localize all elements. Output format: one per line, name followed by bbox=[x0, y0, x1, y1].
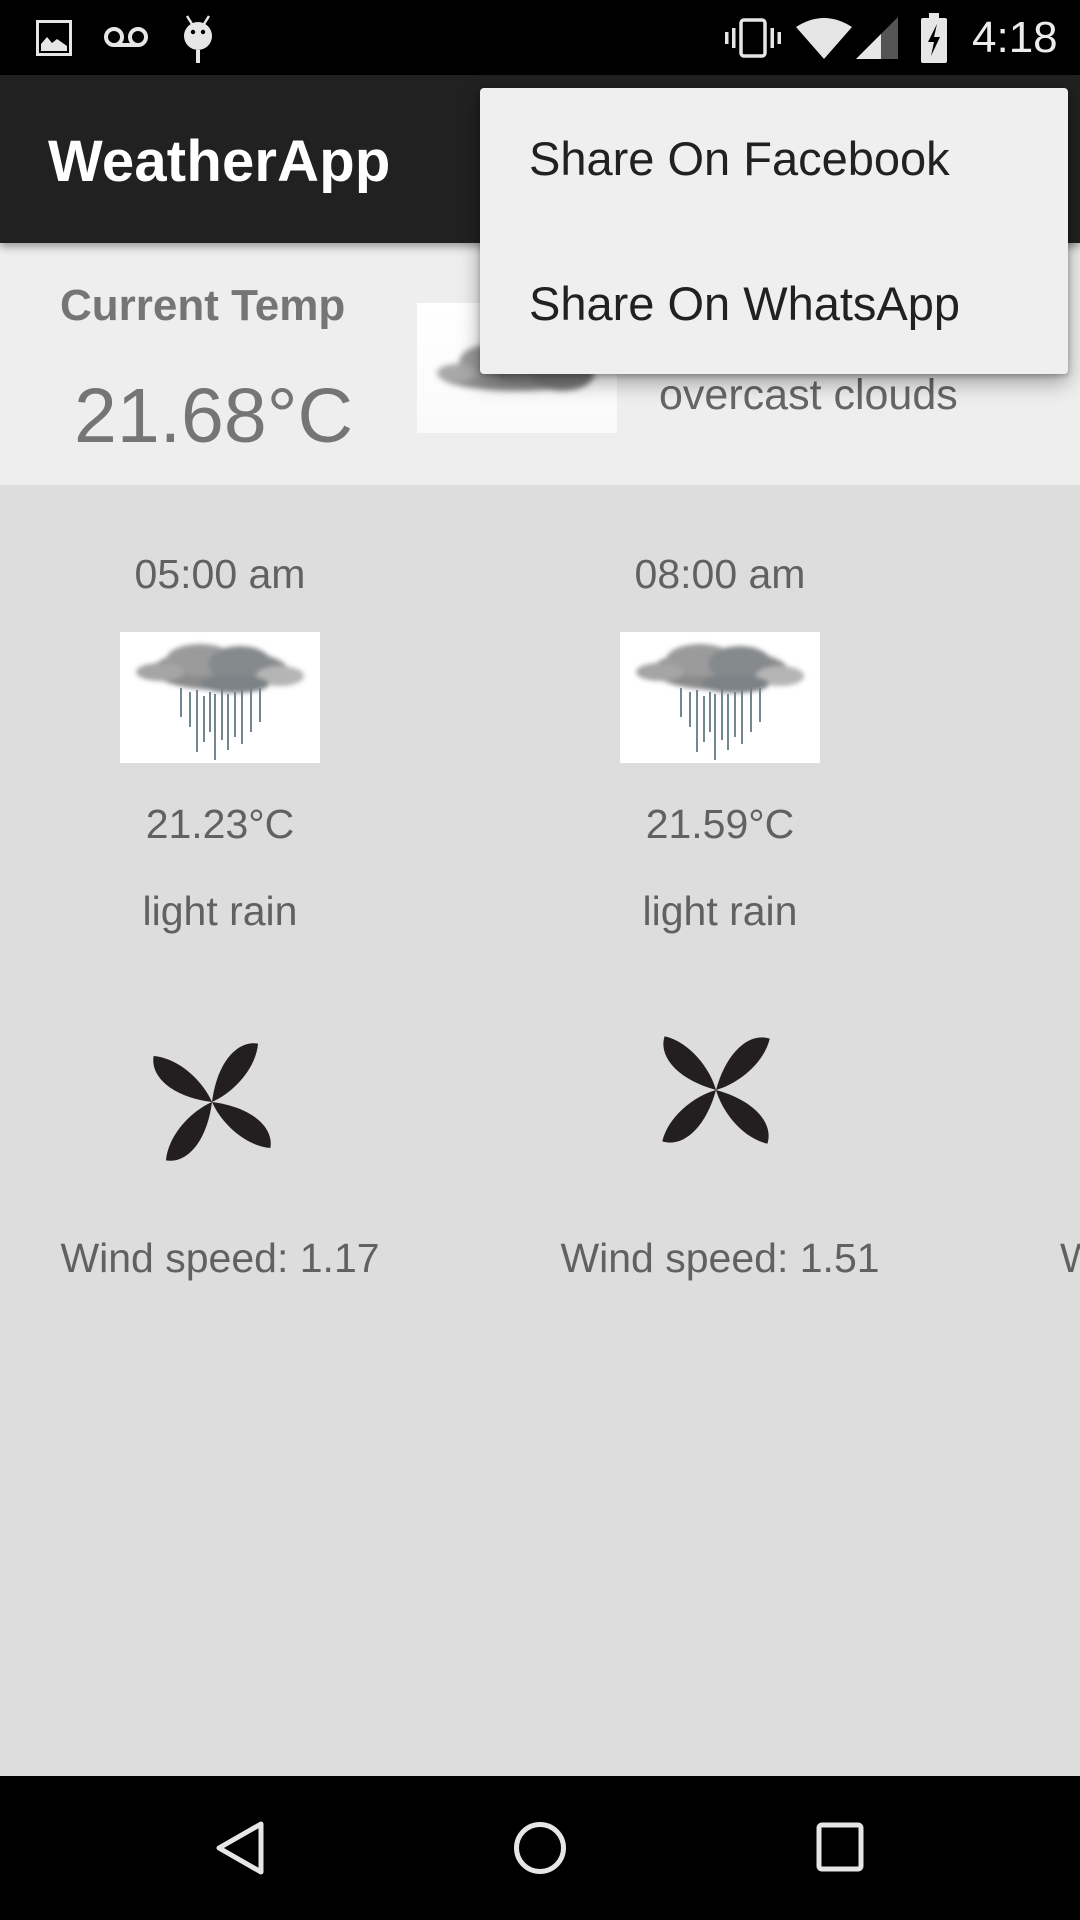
menu-item-share-facebook[interactable]: Share On Facebook bbox=[480, 88, 1068, 231]
home-button[interactable] bbox=[450, 1776, 630, 1920]
forecast-description: light rain bbox=[642, 888, 798, 934]
forecast-temperature: 21.23°C bbox=[145, 801, 295, 847]
menu-item-share-whatsapp[interactable]: Share On WhatsApp bbox=[480, 231, 1068, 374]
status-bar: 4:18 bbox=[0, 0, 1080, 75]
current-description: overcast clouds bbox=[659, 371, 958, 419]
back-button[interactable] bbox=[151, 1776, 331, 1920]
forecast-time: 05:00 am bbox=[134, 551, 306, 597]
menu-item-label: Share On WhatsApp bbox=[529, 277, 961, 330]
current-temperature: 21.68°C bbox=[74, 373, 354, 459]
android-debug-icon bbox=[184, 15, 212, 63]
wind-pinwheel-icon bbox=[153, 1043, 271, 1161]
wind-pinwheel-icon bbox=[662, 1036, 770, 1144]
voicemail-icon bbox=[104, 27, 148, 47]
menu-item-label: Share On Facebook bbox=[529, 132, 950, 185]
home-icon bbox=[514, 1822, 566, 1874]
overflow-menu: Share On Facebook Share On WhatsApp bbox=[480, 88, 1068, 374]
forecast-description: light rain bbox=[142, 888, 298, 934]
light-rain-icon bbox=[120, 632, 320, 763]
forecast-temperature: 21.59°C bbox=[645, 801, 795, 847]
back-icon bbox=[216, 1821, 264, 1875]
app-title: WeatherApp bbox=[48, 129, 391, 194]
current-temp-label: Current Temp bbox=[60, 281, 346, 330]
wifi-icon bbox=[796, 18, 852, 59]
forecast-list[interactable]: 05:00 am 21.23°C light rain Wind speed: … bbox=[0, 485, 1080, 1776]
forecast-card: W bbox=[970, 485, 1080, 1385]
cell-signal-icon bbox=[856, 17, 898, 59]
battery-charging-icon bbox=[921, 13, 947, 63]
recents-icon bbox=[816, 1822, 864, 1872]
forecast-card: 05:00 am 21.23°C light rain Wind speed: … bbox=[0, 485, 470, 1385]
forecast-wind-speed: W bbox=[1060, 1235, 1080, 1281]
recents-button[interactable] bbox=[750, 1776, 930, 1920]
navigation-bar bbox=[0, 1776, 1080, 1920]
forecast-wind-speed: Wind speed: 1.17 bbox=[60, 1235, 380, 1281]
light-rain-icon bbox=[620, 632, 820, 763]
vibrate-icon bbox=[725, 18, 781, 58]
status-time: 4:18 bbox=[972, 13, 1058, 62]
forecast-wind-speed: Wind speed: 1.51 bbox=[560, 1235, 880, 1281]
forecast-card: 08:00 am 21.59°C light rain Wind speed: … bbox=[470, 485, 970, 1385]
image-notification-icon bbox=[36, 20, 72, 56]
forecast-time: 08:00 am bbox=[634, 551, 806, 597]
